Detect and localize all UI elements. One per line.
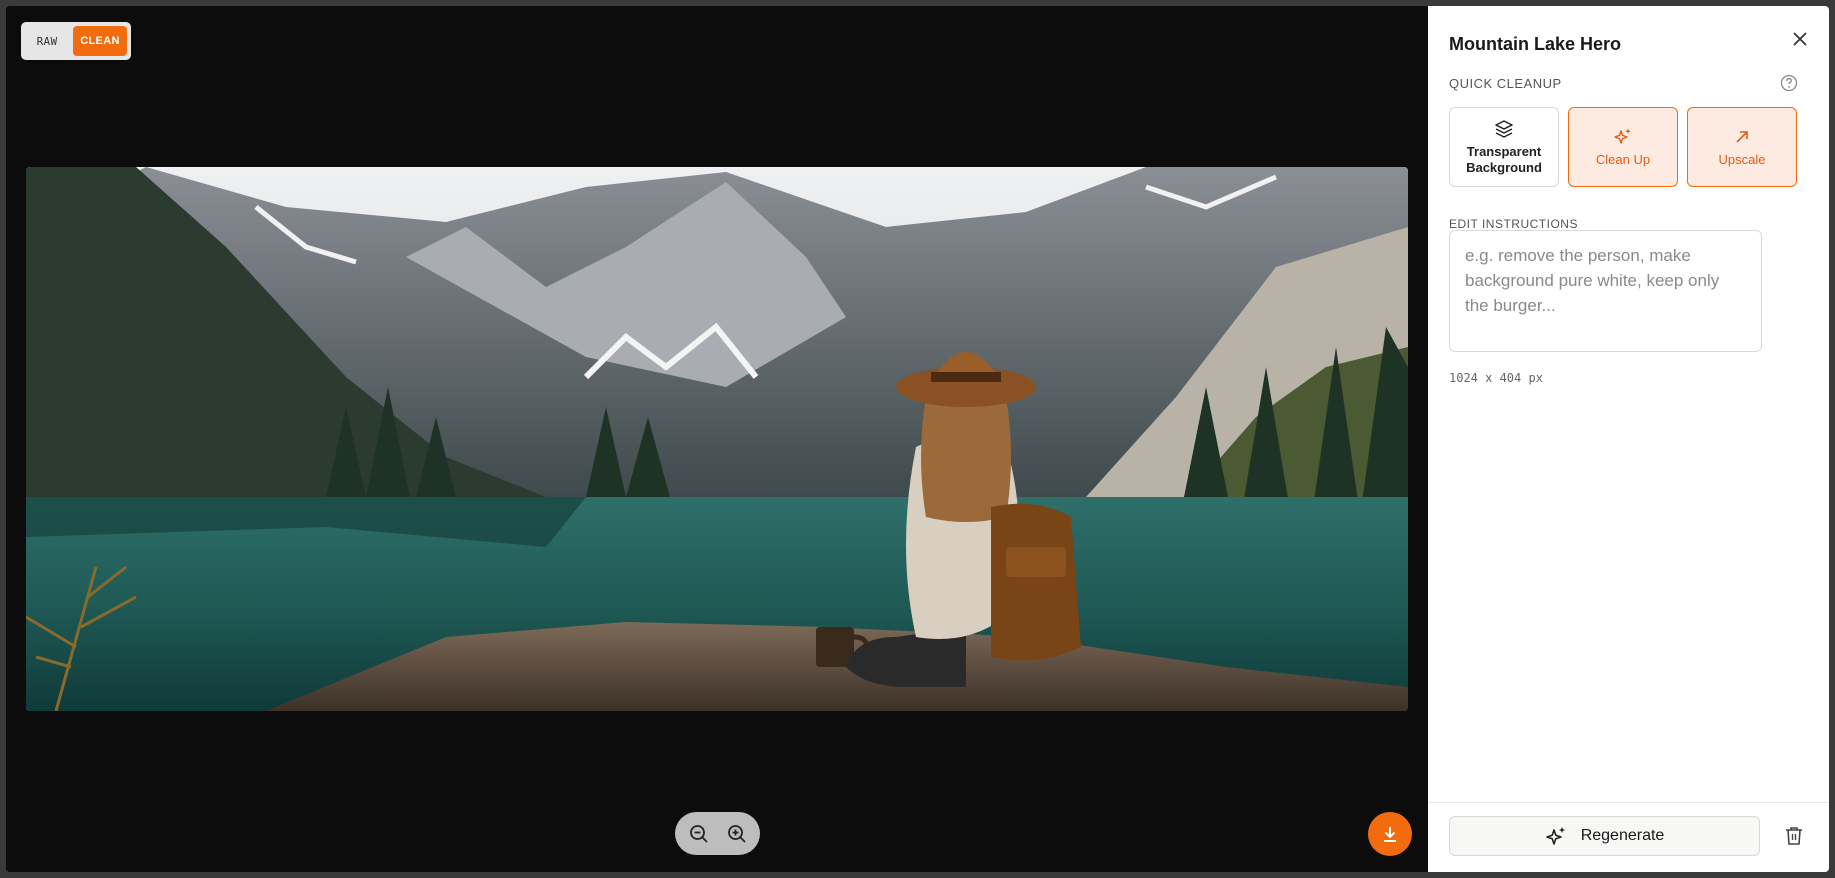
image-editor-modal: RAW CLEAN Mountain Lake Hero QUICK CLEAN… [6,6,1829,872]
arrow-up-right-icon [1736,130,1748,143]
close-button[interactable] [1789,28,1811,50]
mountain-lake-illustration [26,167,1408,711]
sparkle-icon [1545,827,1565,845]
image-viewer: RAW CLEAN [6,6,1428,872]
zoom-out-icon[interactable] [685,820,713,848]
preview-image [26,167,1408,711]
panel-title: Mountain Lake Hero [1449,34,1622,54]
layers-icon [1495,119,1513,138]
quick-cleanup-actions: Transparent Background Clean Up Upscale [1449,107,1797,187]
download-button[interactable] [1368,812,1412,856]
close-icon [1793,32,1807,46]
edit-instructions-textarea[interactable]: e.g. remove the person, make background … [1449,230,1762,352]
regenerate-label: Regenerate [1580,827,1665,844]
regenerate-button[interactable]: Regenerate [1449,816,1760,856]
footer-divider [1428,802,1829,803]
zoom-in-icon[interactable] [723,820,751,848]
raw-toggle-option[interactable]: RAW [25,26,69,56]
trash-icon [1786,827,1802,845]
zoom-controls [675,812,760,855]
transparent-background-button[interactable]: Transparent Background [1449,107,1559,187]
action-label: Clean Up [1595,151,1651,167]
action-label: Upscale [1718,151,1766,167]
raw-clean-toggle: RAW CLEAN [21,22,131,60]
upscale-button[interactable]: Upscale [1687,107,1797,187]
help-icon[interactable] [1780,74,1798,92]
quick-cleanup-label: QUICK CLEANUP [1449,76,1562,91]
edit-instructions-label: EDIT INSTRUCTIONS [1449,217,1578,231]
clean-toggle-option[interactable]: CLEAN [73,26,127,56]
download-icon [1384,827,1396,842]
delete-button[interactable] [1783,825,1805,847]
action-label-line1: Transparent [1466,143,1542,159]
edit-side-panel: Mountain Lake Hero QUICK CLEANUP Transpa… [1428,6,1829,872]
clean-up-button[interactable]: Clean Up [1568,107,1678,187]
image-dimensions: 1024 x 404 px [1449,371,1543,385]
action-label-line2: Background [1466,159,1542,175]
sparkle-icon [1614,128,1631,144]
